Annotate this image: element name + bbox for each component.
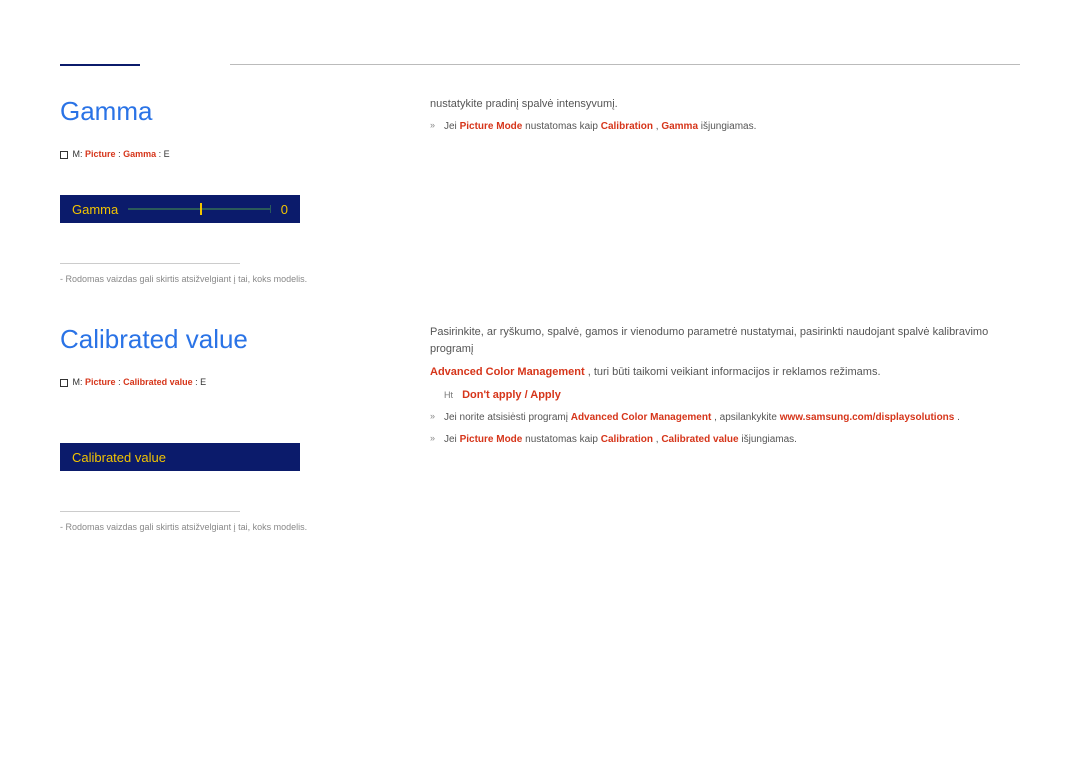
bc-tail: : E [159, 149, 170, 159]
bc-sep: : [118, 377, 121, 387]
samsung-url: www.samsung.com/displaysolutions [780, 412, 955, 423]
t1: Jei [444, 434, 460, 445]
bc-tail: : E [195, 377, 206, 387]
acm-tail: , turi būti taikomi veikiant informacijo… [588, 366, 881, 378]
gamma-divider [60, 263, 240, 264]
header-rule [230, 64, 1020, 65]
calibrated-right-column: Pasirinkite, ar ryškumo, spalvė, gamos i… [420, 324, 1020, 562]
bc-calibrated: Calibrated value [123, 377, 193, 387]
t4: išjungiamas. [701, 121, 757, 132]
gamma-slider-track[interactable] [128, 208, 271, 210]
t2: nustatomas kaip [525, 121, 601, 132]
calibrated-note-bullet-2: Jei Picture Mode nustatomas kaip Calibra… [430, 432, 1020, 448]
menu-icon [60, 151, 68, 159]
calibrated-setting-bar[interactable]: Calibrated value [60, 443, 300, 471]
gamma-setting-bar[interactable]: Gamma 0 [60, 195, 300, 223]
gamma-note-bullet: Jei Picture Mode nustatomas kaip Calibra… [430, 119, 1020, 135]
bc-sep: : [118, 149, 121, 159]
t2: , apsilankykite [714, 412, 780, 423]
calibrated-options: Ht Don't apply / Apply [444, 387, 1020, 404]
key-hint-icon: Ht [444, 389, 453, 403]
bc-picture: Picture [85, 377, 116, 387]
gamma-left-column: Gamma M: Picture : Gamma : E Gamma 0 Rod… [60, 96, 420, 314]
calibration-term: Calibration [601, 434, 653, 445]
bc-picture: Picture [85, 149, 116, 159]
calibrated-bar-label: Calibrated value [72, 450, 166, 465]
section-calibrated: Calibrated value M: Picture : Calibrated… [60, 324, 1020, 562]
section-gamma: Gamma M: Picture : Gamma : E Gamma 0 Rod… [60, 96, 1020, 314]
t1: Jei [444, 121, 460, 132]
t2: nustatomas kaip [525, 434, 601, 445]
apply-options: Don't apply / Apply [462, 389, 561, 401]
calibrated-desc-line2: Advanced Color Management , turi būti ta… [430, 364, 1020, 381]
menu-icon [60, 379, 68, 387]
bc-gamma: Gamma [123, 149, 156, 159]
gamma-term: Gamma [661, 121, 698, 132]
calibrated-divider [60, 511, 240, 512]
calibrated-desc-line1: Pasirinkite, ar ryškumo, spalvė, gamos i… [430, 324, 1020, 358]
t3: . [957, 412, 960, 423]
t1: Jei norite atsisiėsti programį [444, 412, 571, 423]
header-accent-rule [60, 64, 140, 66]
calibrated-note-bullet-1: Jei norite atsisiėsti programį Advanced … [430, 410, 1020, 426]
gamma-value: 0 [281, 202, 288, 217]
calibrated-title: Calibrated value [60, 324, 390, 355]
acm-term: Advanced Color Management [571, 412, 712, 423]
t4: išjungiamas. [741, 434, 797, 445]
bc-text: M: [73, 149, 83, 159]
calibrated-left-column: Calibrated value M: Picture : Calibrated… [60, 324, 420, 562]
calibration-term: Calibration [601, 121, 653, 132]
acm-term: Advanced Color Management [430, 366, 585, 378]
calibrated-value-term: Calibrated value [661, 434, 738, 445]
bc-text: M: [73, 377, 83, 387]
gamma-bar-label: Gamma [72, 202, 118, 217]
gamma-slider-handle[interactable] [200, 203, 202, 215]
gamma-title: Gamma [60, 96, 390, 127]
gamma-right-column: nustatykite pradinį spalvė intensyvumį. … [420, 96, 1020, 314]
gamma-footnote: Rodomas vaizdas gali skirtis atsižvelgia… [60, 274, 390, 284]
page-body: Gamma M: Picture : Gamma : E Gamma 0 Rod… [0, 0, 1080, 602]
gamma-description: nustatykite pradinį spalvė intensyvumį. [430, 96, 1020, 113]
gamma-slider-endtick [270, 205, 271, 213]
calibrated-footnote: Rodomas vaizdas gali skirtis atsižvelgia… [60, 522, 390, 532]
picture-mode-term: Picture Mode [460, 121, 523, 132]
calibrated-breadcrumb: M: Picture : Calibrated value : E [60, 377, 390, 387]
gamma-breadcrumb: M: Picture : Gamma : E [60, 149, 390, 159]
picture-mode-term: Picture Mode [460, 434, 523, 445]
